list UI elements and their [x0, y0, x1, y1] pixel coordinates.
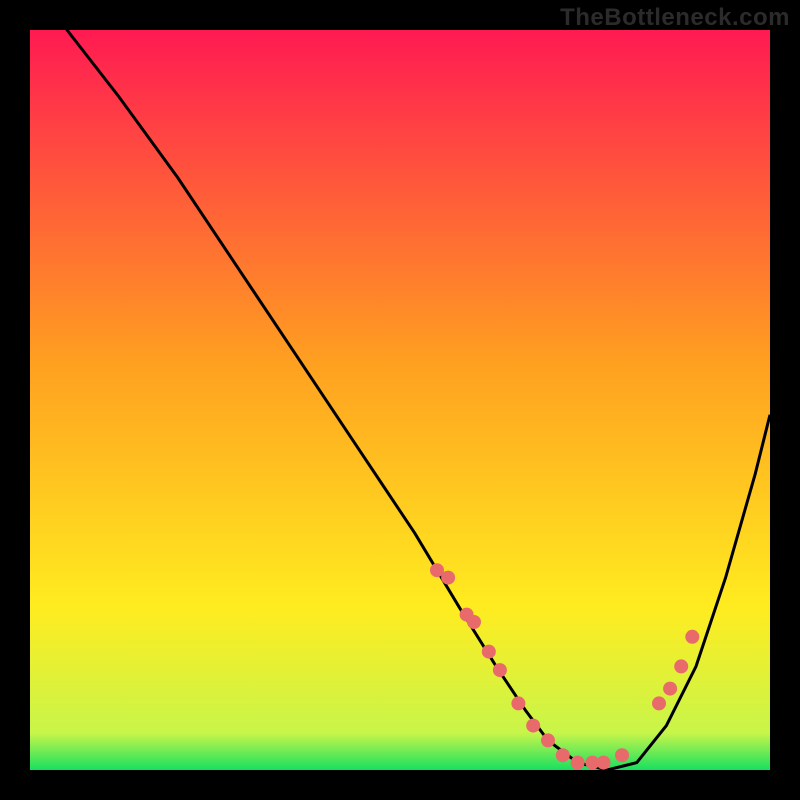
data-marker [467, 615, 481, 629]
watermark-text: TheBottleneck.com [560, 4, 790, 32]
data-marker [541, 733, 555, 747]
data-marker [556, 748, 570, 762]
data-marker [511, 696, 525, 710]
gradient-background [30, 30, 770, 770]
chart-svg [30, 30, 770, 770]
data-marker [482, 645, 496, 659]
data-marker [493, 663, 507, 677]
data-marker [571, 756, 585, 770]
data-marker [674, 659, 688, 673]
data-marker [663, 682, 677, 696]
data-marker [597, 756, 611, 770]
data-marker [685, 630, 699, 644]
data-marker [441, 571, 455, 585]
data-marker [652, 696, 666, 710]
plot-area [30, 30, 770, 770]
data-marker [615, 748, 629, 762]
chart-frame: TheBottleneck.com [0, 0, 800, 800]
data-marker [526, 719, 540, 733]
